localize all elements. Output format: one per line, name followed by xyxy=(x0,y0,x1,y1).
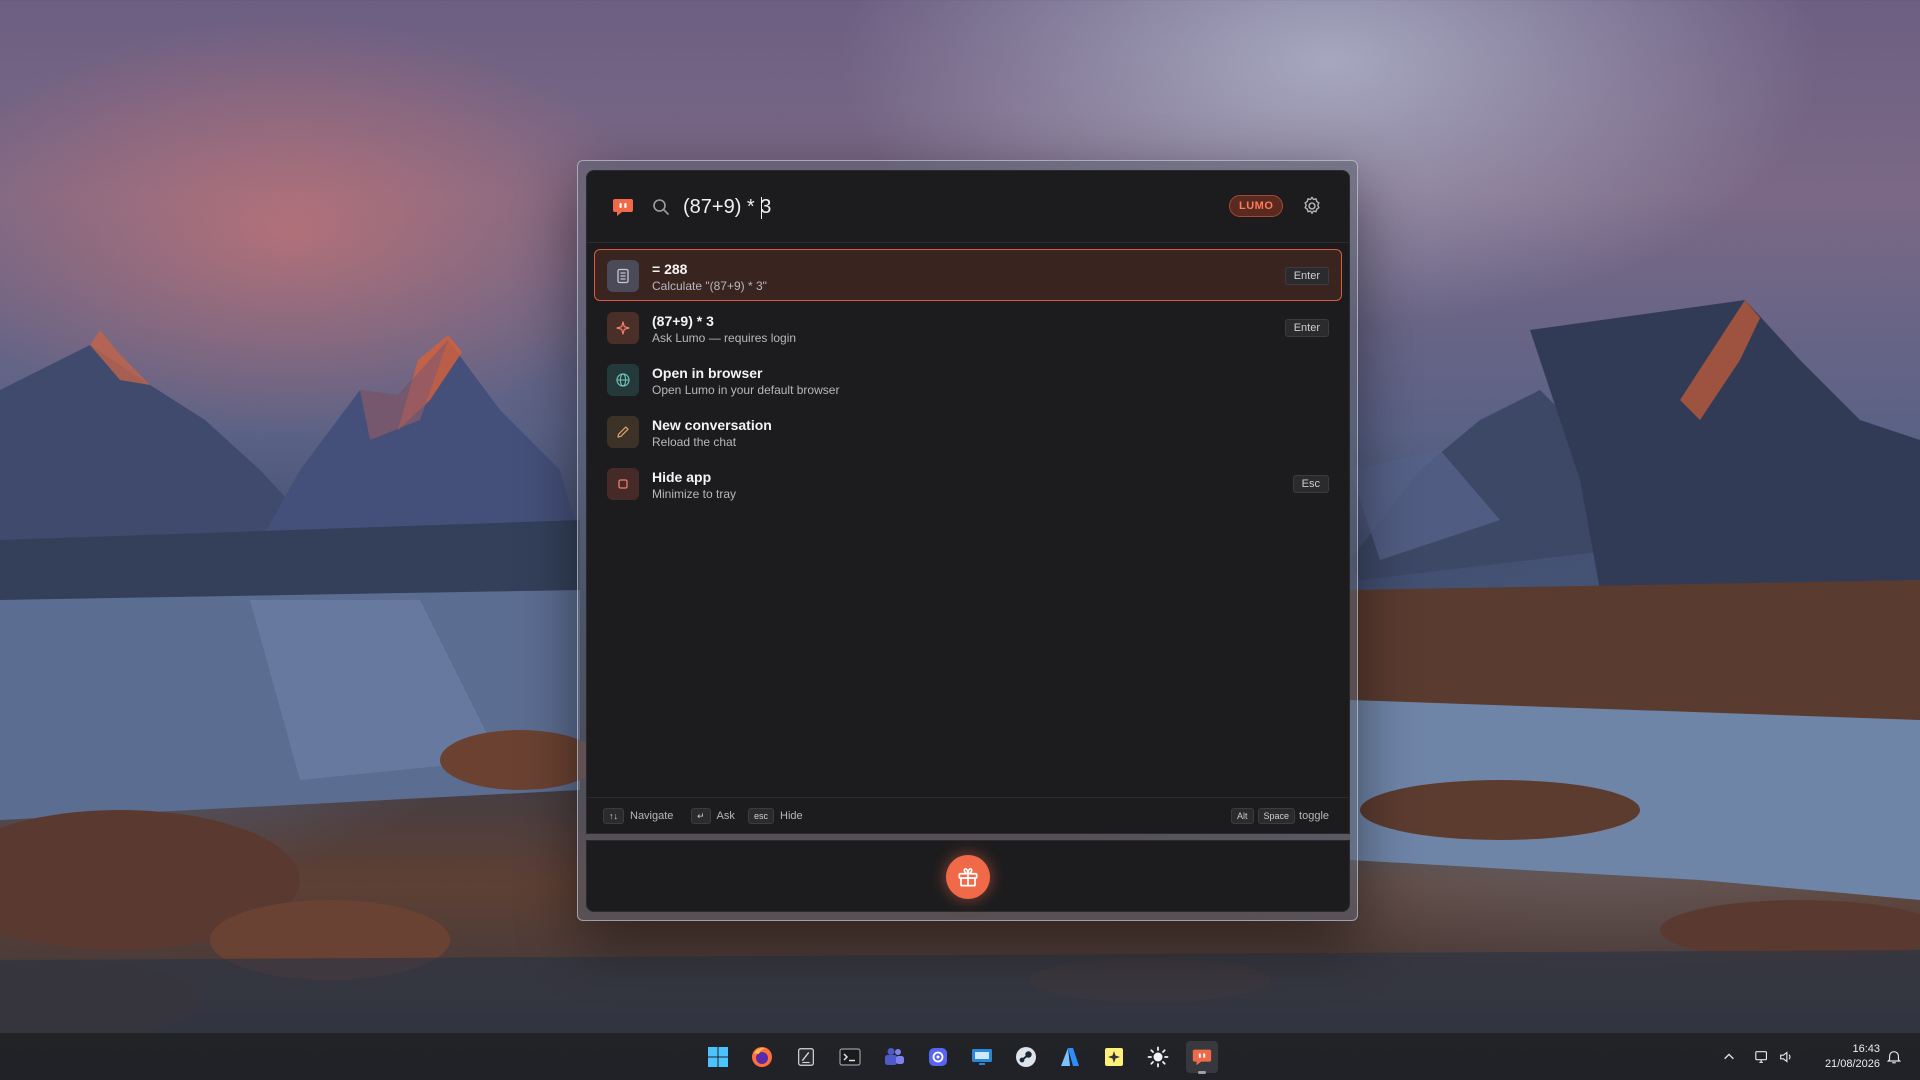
tray-overflow-chevron-icon[interactable] xyxy=(1722,1033,1736,1080)
result-title: New conversation xyxy=(652,417,772,433)
hint-ask: ↵ Ask xyxy=(691,808,735,824)
result-title: (87+9) * 3 xyxy=(652,313,714,329)
hint-key: ↑↓ xyxy=(603,808,624,824)
hint-toggle: Alt Space toggle xyxy=(1231,808,1329,824)
sparkle-icon xyxy=(607,312,639,344)
volume-icon[interactable] xyxy=(1778,1033,1794,1080)
result-item-new-conversation[interactable]: New conversation Reload the chat xyxy=(594,405,1342,457)
enter-shortcut-badge: Enter xyxy=(1284,319,1329,337)
clock-time: 16:43 xyxy=(1852,1043,1880,1055)
lumo-badge[interactable]: LUMO xyxy=(1229,195,1284,217)
hint-label: Navigate xyxy=(630,810,674,822)
launcher-panel: LUMO = 288 Calculate "(87+9) * 3" Enter … xyxy=(586,170,1350,834)
result-item-open-browser[interactable]: Open in browser Open Lumo in your defaul… xyxy=(594,353,1342,405)
terminal-icon[interactable] xyxy=(834,1041,866,1073)
enter-shortcut-badge: Enter xyxy=(1284,267,1329,285)
esc-shortcut-badge: Esc xyxy=(1292,475,1329,493)
hint-label: toggle xyxy=(1299,810,1330,822)
hint-navigate: ↑↓ Navigate xyxy=(603,808,673,824)
keyboard-hints-footer: ↑↓ Navigate ↵ Ask esc Hide Alt Space tog… xyxy=(587,797,1349,833)
hint-hide: esc Hide xyxy=(748,808,803,824)
hint-key: ↵ xyxy=(691,808,711,824)
sticky-notes-icon[interactable] xyxy=(1098,1041,1130,1073)
azure-icon[interactable] xyxy=(1054,1041,1086,1073)
result-item-calculate[interactable]: = 288 Calculate "(87+9) * 3" Enter xyxy=(594,249,1342,301)
hint-label: Ask xyxy=(716,810,735,822)
calculator-icon xyxy=(607,260,639,292)
square-icon xyxy=(607,468,639,500)
lumo-icon[interactable] xyxy=(1186,1041,1218,1074)
result-item-ask-lumo[interactable]: (87+9) * 3 Ask Lumo — requires login Ent… xyxy=(594,301,1342,353)
text-caret xyxy=(761,197,762,219)
pencil-icon xyxy=(607,416,639,448)
results-list: = 288 Calculate "(87+9) * 3" Enter (87+9… xyxy=(594,249,1342,509)
result-item-hide-app[interactable]: Hide app Minimize to tray Esc xyxy=(594,457,1342,509)
notepad-icon[interactable] xyxy=(790,1041,822,1073)
hint-key: Space xyxy=(1257,808,1296,824)
clock-date: 21/08/2026 xyxy=(1824,1058,1880,1070)
search-bar: LUMO xyxy=(587,171,1349,243)
result-title: Hide app xyxy=(652,469,712,485)
result-title: = 288 xyxy=(652,261,688,277)
result-subtitle: Minimize to tray xyxy=(652,487,737,501)
discord-icon[interactable] xyxy=(922,1041,954,1073)
remote-desktop-icon[interactable] xyxy=(966,1041,998,1073)
result-subtitle: Ask Lumo — requires login xyxy=(652,331,797,345)
hint-key: esc xyxy=(748,808,775,824)
hint-label: Hide xyxy=(780,810,803,822)
hint-key: Alt xyxy=(1231,808,1254,824)
taskbar: 16:43 21/08/2026 xyxy=(0,1032,1920,1080)
gift-icon xyxy=(958,868,978,887)
settings-gear-icon[interactable] xyxy=(1301,195,1323,217)
launcher-bottom-bar xyxy=(586,840,1350,912)
steam-icon[interactable] xyxy=(1010,1041,1042,1073)
network-icon[interactable] xyxy=(1754,1033,1770,1080)
globe-icon xyxy=(607,364,639,396)
firefox-icon[interactable] xyxy=(746,1041,778,1073)
notification-bell-icon[interactable] xyxy=(1886,1033,1902,1080)
result-subtitle: Reload the chat xyxy=(652,435,737,449)
settings-sun-icon[interactable] xyxy=(1142,1041,1174,1073)
search-icon xyxy=(651,197,671,217)
result-title: Open in browser xyxy=(652,365,763,381)
teams-icon[interactable] xyxy=(878,1041,910,1073)
result-subtitle: Open Lumo in your default browser xyxy=(652,383,840,397)
taskbar-clock[interactable]: 16:43 21/08/2026 xyxy=(1802,1042,1880,1072)
lumo-logo-icon xyxy=(611,195,635,219)
result-subtitle: Calculate "(87+9) * 3" xyxy=(652,279,767,293)
windows-start-icon[interactable] xyxy=(702,1041,734,1073)
gift-button[interactable] xyxy=(946,855,990,899)
